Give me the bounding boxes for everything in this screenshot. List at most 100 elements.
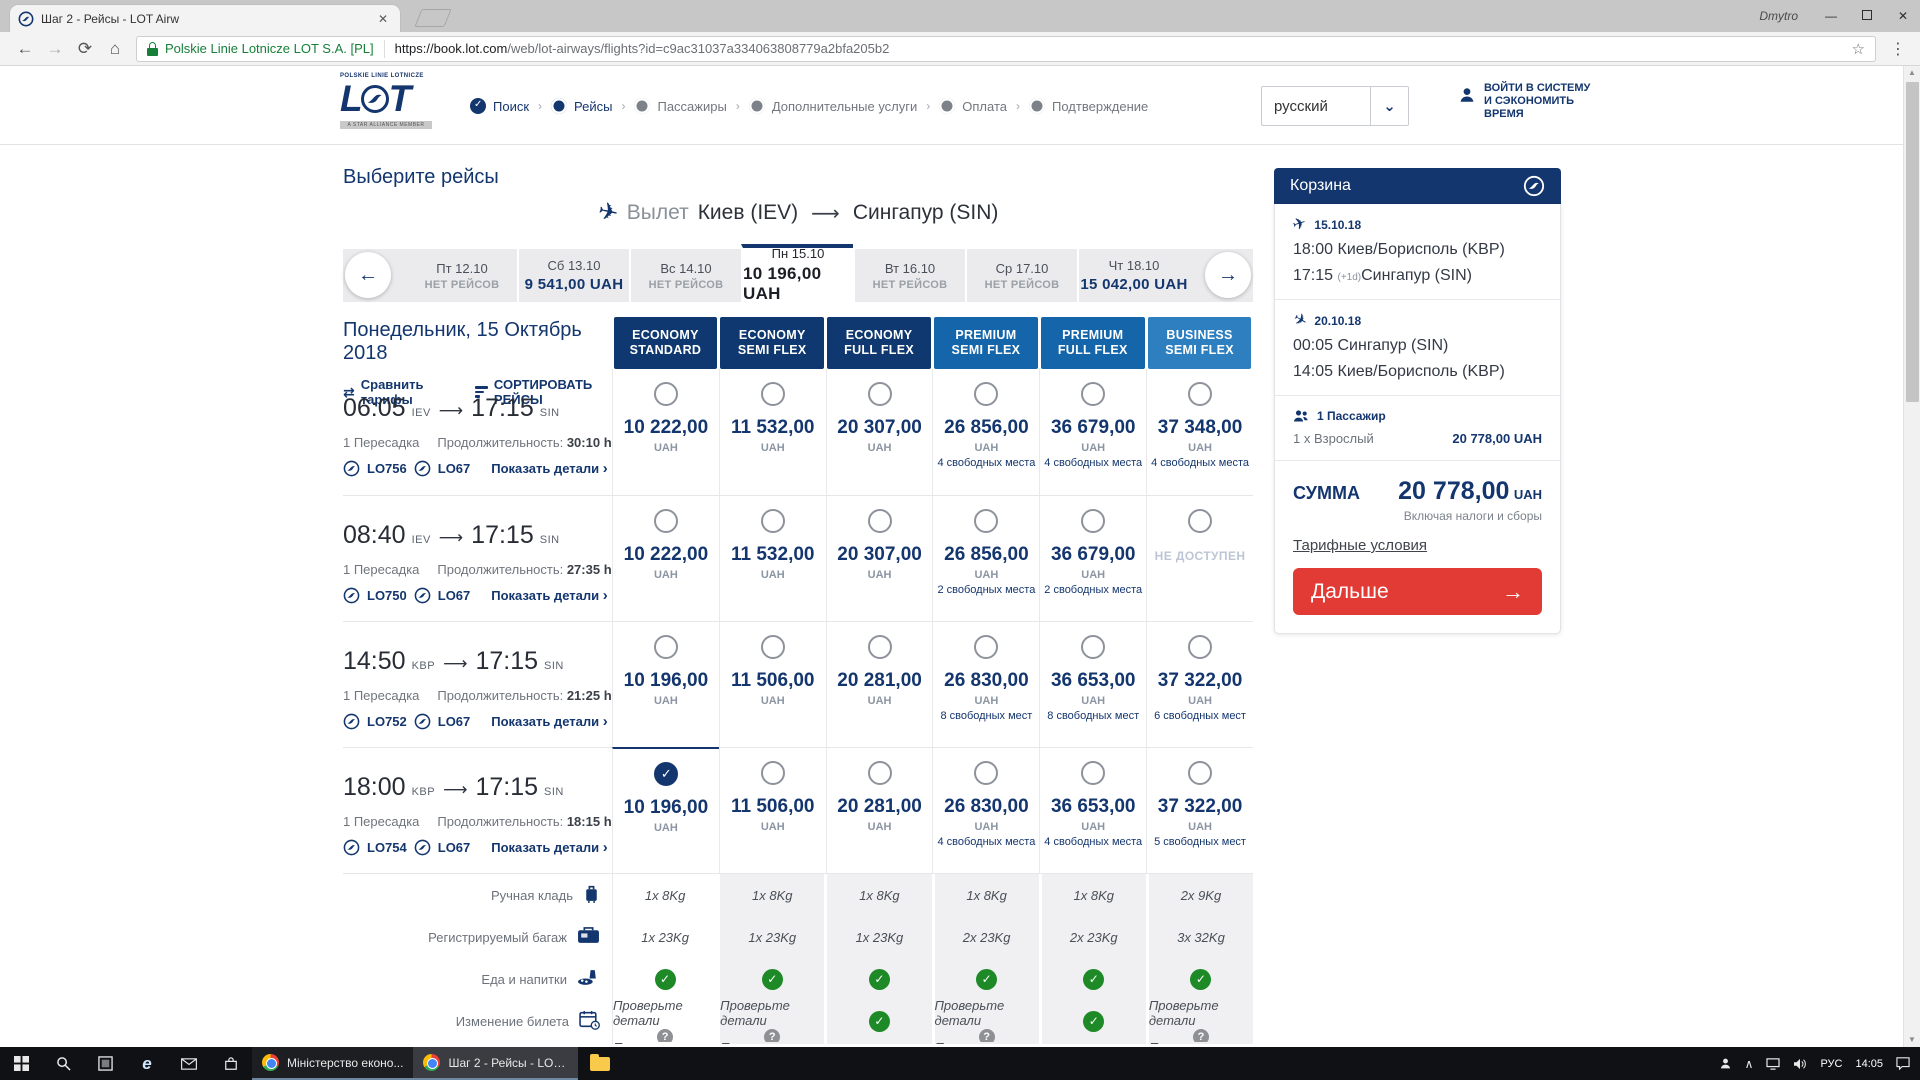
fare-cell[interactable]: 36 679,00UAH4 свободных места bbox=[1039, 369, 1146, 495]
page-scrollbar[interactable]: ▲ ▼ bbox=[1903, 66, 1920, 1047]
date-tab-Вс-14.10[interactable]: Вс 14.10НЕТ РЕЙСОВ bbox=[629, 249, 741, 302]
browser-menu-icon[interactable]: ⋮ bbox=[1886, 39, 1910, 59]
fare-radio[interactable] bbox=[1188, 509, 1212, 533]
store-icon[interactable] bbox=[210, 1047, 252, 1080]
window-restore-button[interactable] bbox=[1858, 9, 1876, 23]
fare-radio[interactable] bbox=[1188, 761, 1212, 785]
fare-radio[interactable] bbox=[868, 761, 892, 785]
nav-step-дополнительные-услуги[interactable]: Дополнительные услуги bbox=[749, 98, 917, 114]
date-tab-Чт-18.10[interactable]: Чт 18.1015 042,00 UAH bbox=[1077, 249, 1189, 302]
next-button[interactable]: Дальше → bbox=[1293, 568, 1542, 615]
window-minimize-button[interactable]: — bbox=[1822, 9, 1840, 23]
taskbar-app-active[interactable]: Шаг 2 - Рейсы - LOT ... bbox=[413, 1047, 578, 1080]
check-details[interactable]: Проверьте детали? bbox=[720, 998, 824, 1045]
fare-radio[interactable] bbox=[761, 635, 785, 659]
address-bar[interactable]: Polskie Linie Lotnicze LOT S.A. [PL] htt… bbox=[136, 36, 1876, 62]
clock[interactable]: 14:05 bbox=[1855, 1058, 1883, 1070]
fare-class-header-economy-semi-flex[interactable]: ECONOMYSEMI FLEX bbox=[720, 317, 824, 369]
fare-radio[interactable] bbox=[1188, 382, 1212, 406]
fare-cell[interactable]: 10 222,00UAH bbox=[612, 369, 719, 495]
fare-radio[interactable] bbox=[761, 509, 785, 533]
ev-certificate-name[interactable]: Polskie Linie Lotnicze LOT S.A. [PL] bbox=[165, 41, 374, 56]
nav-step-рейсы[interactable]: Рейсы bbox=[551, 98, 612, 114]
fare-cell[interactable]: 20 281,00UAH bbox=[826, 622, 933, 747]
fare-cell[interactable]: 20 281,00UAH bbox=[826, 748, 933, 873]
task-view-button[interactable] bbox=[84, 1047, 126, 1080]
fare-cell[interactable]: 10 222,00UAH bbox=[612, 496, 719, 621]
fare-cell[interactable]: 37 322,00UAH5 свободных мест bbox=[1146, 748, 1253, 873]
window-close-button[interactable]: ✕ bbox=[1894, 9, 1912, 23]
mail-icon[interactable] bbox=[168, 1047, 210, 1080]
tray-person-icon[interactable] bbox=[1719, 1057, 1732, 1070]
fare-cell[interactable]: 20 307,00UAH bbox=[826, 369, 933, 495]
fare-radio[interactable] bbox=[654, 635, 678, 659]
fare-radio[interactable] bbox=[1188, 635, 1212, 659]
fare-radio[interactable] bbox=[974, 509, 998, 533]
tab-close-icon[interactable]: ✕ bbox=[374, 12, 392, 26]
fare-radio[interactable] bbox=[654, 509, 678, 533]
date-tab-Ср-17.10[interactable]: Ср 17.10НЕТ РЕЙСОВ bbox=[965, 249, 1077, 302]
fare-radio[interactable] bbox=[868, 509, 892, 533]
date-tab-Пн-15.10[interactable]: Пн 15.1010 196,00 UAH bbox=[741, 244, 853, 302]
fare-cell[interactable]: 36 679,00UAH2 свободных места bbox=[1039, 496, 1146, 621]
language-indicator[interactable]: РУС bbox=[1820, 1058, 1842, 1070]
fare-cell[interactable]: 10 196,00UAH bbox=[612, 747, 719, 873]
fare-radio[interactable] bbox=[974, 635, 998, 659]
fare-class-header-business-semi-flex[interactable]: BUSINESSSEMI FLEX bbox=[1148, 317, 1252, 369]
fare-cell[interactable]: 11 532,00UAH bbox=[719, 496, 826, 621]
fare-cell[interactable]: 26 830,00UAH8 свободных мест bbox=[932, 622, 1039, 747]
previous-dates-button[interactable]: ← bbox=[345, 252, 391, 298]
fare-radio[interactable] bbox=[761, 382, 785, 406]
scroll-down-arrow[interactable]: ▼ bbox=[1904, 1033, 1920, 1047]
home-button[interactable]: ⌂ bbox=[100, 39, 130, 59]
notification-center-icon[interactable] bbox=[1896, 1057, 1910, 1070]
check-details[interactable]: Проверьте детали? bbox=[1149, 1040, 1253, 1045]
forward-button[interactable]: → bbox=[40, 39, 70, 59]
file-explorer-icon[interactable] bbox=[590, 1057, 610, 1071]
lot-logo[interactable]: POLSKIE LINIE LOTNICZE LT A STAR ALLIANC… bbox=[340, 73, 432, 129]
fare-cell[interactable]: 26 856,00UAH4 свободных места bbox=[932, 369, 1039, 495]
fare-radio-selected[interactable] bbox=[654, 762, 678, 786]
show-details-link[interactable]: Показать детали › bbox=[491, 713, 607, 730]
fare-cell[interactable]: 10 196,00UAH bbox=[612, 622, 719, 747]
fare-class-header-premium-full-flex[interactable]: PREMIUMFULL FLEX bbox=[1041, 317, 1145, 369]
date-tab-Вт-16.10[interactable]: Вт 16.10НЕТ РЕЙСОВ bbox=[853, 249, 965, 302]
fare-radio[interactable] bbox=[974, 761, 998, 785]
nav-step-пассажиры[interactable]: Пассажиры bbox=[634, 98, 726, 114]
scroll-up-arrow[interactable]: ▲ bbox=[1904, 66, 1920, 80]
nav-step-подтверждение[interactable]: Подтверждение bbox=[1029, 98, 1148, 114]
fare-radio[interactable] bbox=[868, 635, 892, 659]
bookmark-star-icon[interactable]: ☆ bbox=[1852, 40, 1865, 58]
fare-conditions-link[interactable]: Тарифные условия bbox=[1293, 537, 1427, 554]
fare-radio[interactable] bbox=[654, 382, 678, 406]
fare-cell[interactable]: 36 653,00UAH4 свободных места bbox=[1039, 748, 1146, 873]
check-details[interactable]: Проверьте детали? bbox=[935, 1040, 1039, 1045]
taskbar-app-inactive[interactable]: Міністерство еконо... bbox=[252, 1047, 413, 1080]
back-button[interactable]: ← bbox=[10, 39, 40, 59]
fare-cell[interactable]: 37 348,00UAH4 свободных места bbox=[1146, 369, 1253, 495]
next-dates-button[interactable]: → bbox=[1205, 252, 1251, 298]
fare-radio[interactable] bbox=[868, 382, 892, 406]
check-details[interactable]: Проверьте детали? bbox=[935, 998, 1039, 1045]
new-tab-button[interactable] bbox=[414, 9, 451, 27]
check-details[interactable]: Проверьте детали? bbox=[613, 998, 717, 1045]
fare-cell[interactable]: 36 653,00UAH8 свободных мест bbox=[1039, 622, 1146, 747]
fare-cell[interactable]: НЕ ДОСТУПЕН bbox=[1146, 496, 1253, 621]
chevron-down-icon[interactable]: ⌄ bbox=[1370, 87, 1408, 125]
fare-radio[interactable] bbox=[761, 761, 785, 785]
browser-tab[interactable]: Шаг 2 - Рейсы - LOT Airw ✕ bbox=[10, 5, 400, 32]
nav-step-оплата[interactable]: Оплата bbox=[939, 98, 1007, 114]
fare-cell[interactable]: 26 830,00UAH4 свободных места bbox=[932, 748, 1039, 873]
fare-radio[interactable] bbox=[1081, 509, 1105, 533]
date-tab-Пт-12.10[interactable]: Пт 12.10НЕТ РЕЙСОВ bbox=[407, 249, 517, 302]
fare-class-header-premium-semi-flex[interactable]: PREMIUMSEMI FLEX bbox=[934, 317, 1038, 369]
show-details-link[interactable]: Показать детали › bbox=[491, 460, 607, 477]
check-details[interactable]: Проверьте детали? bbox=[720, 1040, 824, 1045]
search-button[interactable] bbox=[42, 1047, 84, 1080]
fare-cell[interactable]: 37 322,00UAH6 свободных мест bbox=[1146, 622, 1253, 747]
hidden-icons-chevron[interactable]: ∧ bbox=[1745, 1057, 1754, 1071]
fare-class-header-economy-standard[interactable]: ECONOMYSTANDARD bbox=[614, 317, 718, 369]
check-details[interactable]: Проверьте детали? bbox=[613, 1040, 717, 1045]
language-select[interactable]: русский ⌄ bbox=[1261, 86, 1409, 126]
show-details-link[interactable]: Показать детали › bbox=[491, 587, 607, 604]
